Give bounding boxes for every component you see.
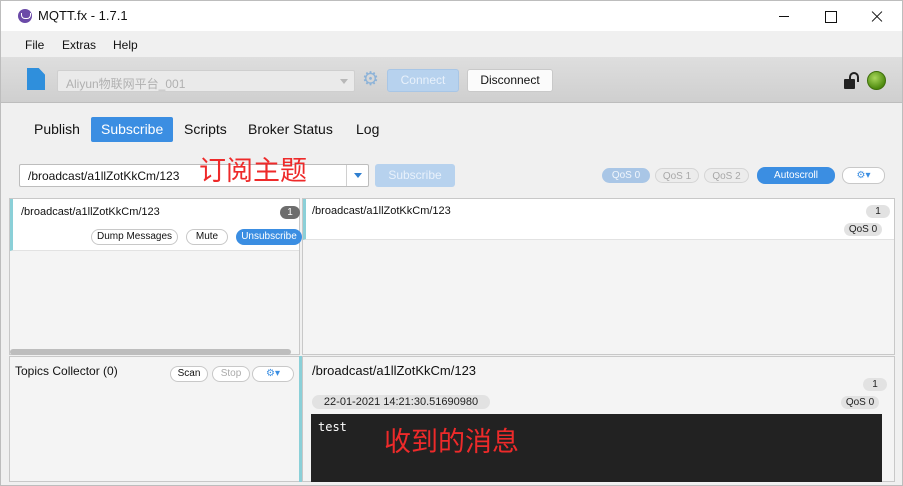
app-logo-icon [18,9,32,23]
annotation-subscribe-topic: 订阅主题 [199,156,307,187]
gears-dropdown-icon: ⚙▾ [856,170,871,181]
tab-publish[interactable]: Publish [24,117,90,142]
subscribe-topic-combo[interactable] [19,164,369,187]
annotation-received-message: 收到的消息 [384,427,519,458]
connect-button[interactable]: Connect [387,69,459,92]
connection-status-indicator [867,71,886,90]
edit-profile-icon[interactable] [27,68,45,90]
dump-messages-button[interactable]: Dump Messages [91,229,178,245]
minimize-icon[interactable] [761,1,807,31]
message-payload: test [318,420,347,434]
qos-1-toggle[interactable]: QoS 1 [655,168,699,183]
tab-subscribe[interactable]: Subscribe [91,117,174,142]
subscriptions-list: /broadcast/a1llZotKkCm/123 1 Dump Messag… [9,198,302,355]
gear-icon[interactable]: ⚙ [362,70,380,89]
menu-bar: File Extras Help [1,31,902,57]
chevron-down-icon[interactable] [346,165,368,186]
stop-button[interactable]: Stop [212,366,250,382]
menu-file[interactable]: File [25,38,44,52]
gears-dropdown-icon: ⚙▾ [266,368,280,379]
scan-button[interactable]: Scan [170,366,208,382]
menu-help[interactable]: Help [113,38,138,52]
menu-extras[interactable]: Extras [62,38,96,52]
connection-profile-select[interactable]: Aliyun物联网平台_001 [57,70,355,92]
horizontal-scrollbar[interactable] [10,349,291,355]
message-list-item[interactable]: /broadcast/a1llZotKkCm/123 1 QoS 0 [303,199,894,240]
unlock-icon [844,72,860,90]
message-qos-badge: QoS 0 [844,223,882,236]
message-topic: /broadcast/a1llZotKkCm/123 [312,205,451,217]
connection-toolbar: Aliyun物联网平台_001 ⚙ Connect Disconnect [1,57,902,103]
topics-collector: Topics Collector (0) Scan Stop ⚙▾ [9,356,300,482]
unsubscribe-button[interactable]: Unsubscribe [236,229,302,245]
tab-scripts[interactable]: Scripts [174,117,237,142]
subscription-topic: /broadcast/a1llZotKkCm/123 [21,206,160,218]
window-title: MQTT.fx - 1.7.1 [38,8,128,23]
app-window: MQTT.fx - 1.7.1 File Extras Help Aliyun物… [0,0,903,486]
chevron-down-icon [340,79,348,84]
message-number-badge: 1 [866,205,890,218]
topics-collector-title: Topics Collector (0) [15,364,118,378]
close-icon[interactable] [853,1,899,31]
message-detail: /broadcast/a1llZotKkCm/123 1 22-01-2021 … [302,356,895,482]
mute-button[interactable]: Mute [186,229,228,245]
autoscroll-toggle[interactable]: Autoscroll [757,167,835,184]
disconnect-button[interactable]: Disconnect [467,69,553,92]
message-list: /broadcast/a1llZotKkCm/123 1 QoS 0 [302,198,895,355]
detail-timestamp: 22-01-2021 14:21:30.51690980 [312,395,490,409]
collector-options-button[interactable]: ⚙▾ [252,366,294,382]
detail-qos-badge: QoS 0 [841,396,879,409]
subscription-count-badge: 1 [280,206,300,219]
detail-topic: /broadcast/a1llZotKkCm/123 [312,363,477,378]
maximize-icon[interactable] [807,1,853,31]
title-bar: MQTT.fx - 1.7.1 [1,1,902,31]
qos-2-toggle[interactable]: QoS 2 [704,168,749,183]
detail-number-badge: 1 [863,378,887,391]
qos-0-toggle[interactable]: QoS 0 [602,168,650,183]
subscribe-button[interactable]: Subscribe [375,164,455,187]
subscription-item[interactable]: /broadcast/a1llZotKkCm/123 1 Dump Messag… [10,199,302,251]
connection-profile-value: Aliyun物联网平台_001 [66,77,186,91]
tab-log[interactable]: Log [346,117,389,142]
options-dropdown-button[interactable]: ⚙▾ [842,167,885,184]
tab-broker-status[interactable]: Broker Status [238,117,343,142]
